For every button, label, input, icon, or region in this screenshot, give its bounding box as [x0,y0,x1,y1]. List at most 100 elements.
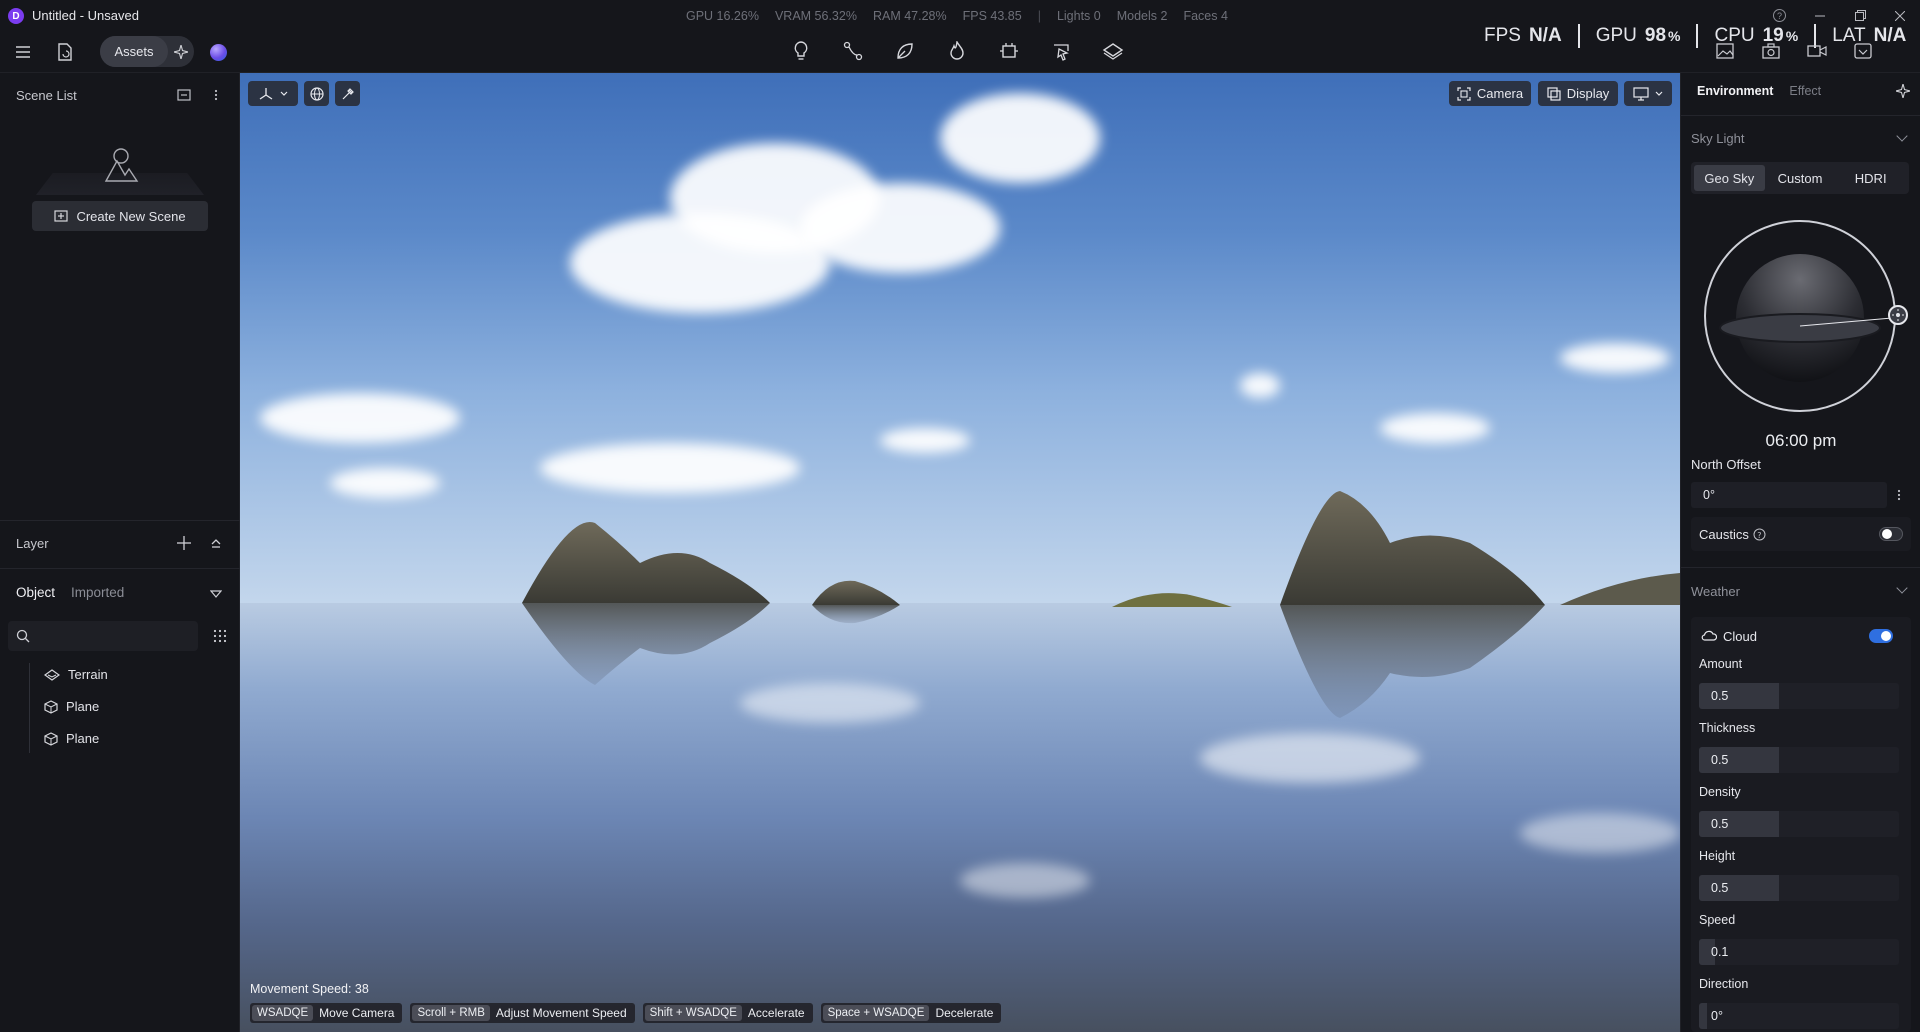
tab-object[interactable]: Object [16,585,55,600]
north-offset-input[interactable]: 0° [1691,482,1887,508]
perf-gpu-value: 98 [1644,25,1667,46]
layer-search-input[interactable] [36,625,186,647]
assets-button[interactable]: Assets [100,36,168,67]
transform-mode-dropdown[interactable] [248,81,298,106]
gizmo-icon [259,87,273,100]
help-icon[interactable]: ? [1773,9,1786,22]
cloud-toggle[interactable] [1869,629,1893,643]
info-icon[interactable]: ? [1753,528,1766,541]
hint-action: Accelerate [747,1006,805,1020]
param-thickness-slider[interactable]: 0.5 [1699,747,1899,773]
hint-key: WSADQE [252,1005,314,1021]
filter-button[interactable] [208,586,224,602]
sparkle-icon [174,44,188,59]
minimize-icon [1815,15,1825,16]
layer-divider-top [0,520,240,521]
terrain-tool[interactable] [1102,39,1124,63]
path-tool[interactable] [842,39,864,63]
sparkle-icon [1896,84,1910,98]
hint-move-camera: WSADQE Move Camera [250,1003,403,1023]
perf-gpu: GPU 98 % [1580,24,1699,48]
stat-gpu: GPU 16.26% [686,9,759,23]
3d-viewport[interactable]: Camera Display Movement Speed: 38 WSADQE… [240,73,1680,1032]
sky-mode-custom[interactable]: Custom [1765,165,1836,191]
perf-fps-value: N/A [1528,25,1562,46]
more-vertical-icon [1897,489,1901,501]
file-button[interactable] [54,40,76,64]
tab-imported[interactable]: Imported [71,585,124,600]
right-panel: Environment Effect Sky Light Geo Sky Cus… [1680,73,1920,1032]
performance-stats: GPU 16.26% VRAM 56.32% RAM 47.28% FPS 43… [686,9,1228,23]
stat-separator: | [1037,9,1041,23]
tree-item-plane[interactable]: Plane [44,699,99,714]
slider-fill [1699,1003,1707,1029]
chevron-down-icon [280,91,288,96]
chevron-down-icon[interactable] [1896,582,1908,594]
assets-toggle[interactable]: Assets [100,36,194,67]
caustics-toggle[interactable] [1879,527,1903,541]
north-offset-label: North Offset [1691,457,1761,472]
shape-tool[interactable] [894,39,916,63]
collapse-layer-button[interactable] [208,535,224,551]
tab-environment[interactable]: Environment [1697,84,1773,98]
terrain-icon [44,668,60,681]
north-offset-more-button[interactable] [1891,487,1907,503]
param-amount-slider[interactable]: 0.5 [1699,683,1899,709]
layers-icon [1102,43,1124,60]
screenshot-button[interactable] [1761,42,1781,60]
ai-orb-icon[interactable] [210,44,227,61]
weather-title: Weather [1691,584,1740,599]
window-title: Untitled - Unsaved [32,8,139,23]
tab-effect[interactable]: Effect [1789,84,1821,98]
image-button[interactable] [1715,42,1735,60]
hamburger-icon [16,46,30,58]
hint-key: Scroll + RMB [412,1005,490,1021]
tree-item-terrain[interactable]: Terrain [44,667,108,682]
eyedropper-button[interactable] [335,81,360,106]
empty-scene-icon [104,148,139,182]
menu-button[interactable] [12,41,34,63]
perf-fps-label: FPS [1484,25,1521,46]
layer-search-box[interactable] [8,621,198,651]
param-height-slider[interactable]: 0.5 [1699,875,1899,901]
param-speed-slider[interactable]: 0.1 [1699,939,1899,965]
select-tool[interactable] [1050,39,1072,63]
param-density-slider[interactable]: 0.5 [1699,811,1899,837]
light-tool[interactable] [790,39,812,63]
hint-decelerate: Space + WSADQE Decelerate [820,1003,1002,1023]
fire-tool[interactable] [946,39,968,63]
video-icon [1807,45,1827,57]
filter-icon [210,590,222,598]
scene-more-button[interactable] [208,87,224,103]
add-layer-button[interactable] [176,535,192,551]
grid-dots-icon [213,629,227,643]
object-tool[interactable] [998,39,1020,63]
tree-item-label: Plane [66,699,100,714]
camera-button[interactable]: Camera [1449,81,1531,106]
terrain-render [522,491,1680,718]
perf-gpu-unit: % [1668,28,1681,44]
ai-assist-button[interactable] [1895,83,1911,99]
tree-item-plane[interactable]: Plane [44,731,99,746]
create-new-scene-button[interactable]: Create New Scene [32,201,208,231]
sky-mode-hdri[interactable]: HDRI [1835,165,1906,191]
camera-frame-icon [1457,86,1471,101]
record-button[interactable] [1807,42,1827,60]
display-button[interactable]: Display [1538,81,1618,106]
world-space-button[interactable] [304,81,329,106]
globe-icon [309,86,324,101]
view-options-dropdown[interactable] [1624,81,1672,106]
collapse-up-icon [211,539,221,548]
render-button[interactable] [1853,42,1873,60]
scene-import-button[interactable] [176,87,192,103]
grid-view-button[interactable] [212,628,228,644]
sky-mode-geo-sky[interactable]: Geo Sky [1694,165,1765,191]
ai-sparkle-button[interactable] [168,44,194,59]
close-icon [1895,10,1905,21]
param-direction-slider[interactable]: 0° [1699,1003,1899,1029]
file-sync-icon [58,43,72,61]
chevron-down-icon[interactable] [1896,130,1908,142]
hint-action: Decelerate [935,1006,994,1020]
restore-icon [1854,10,1866,21]
plus-icon [177,536,191,550]
